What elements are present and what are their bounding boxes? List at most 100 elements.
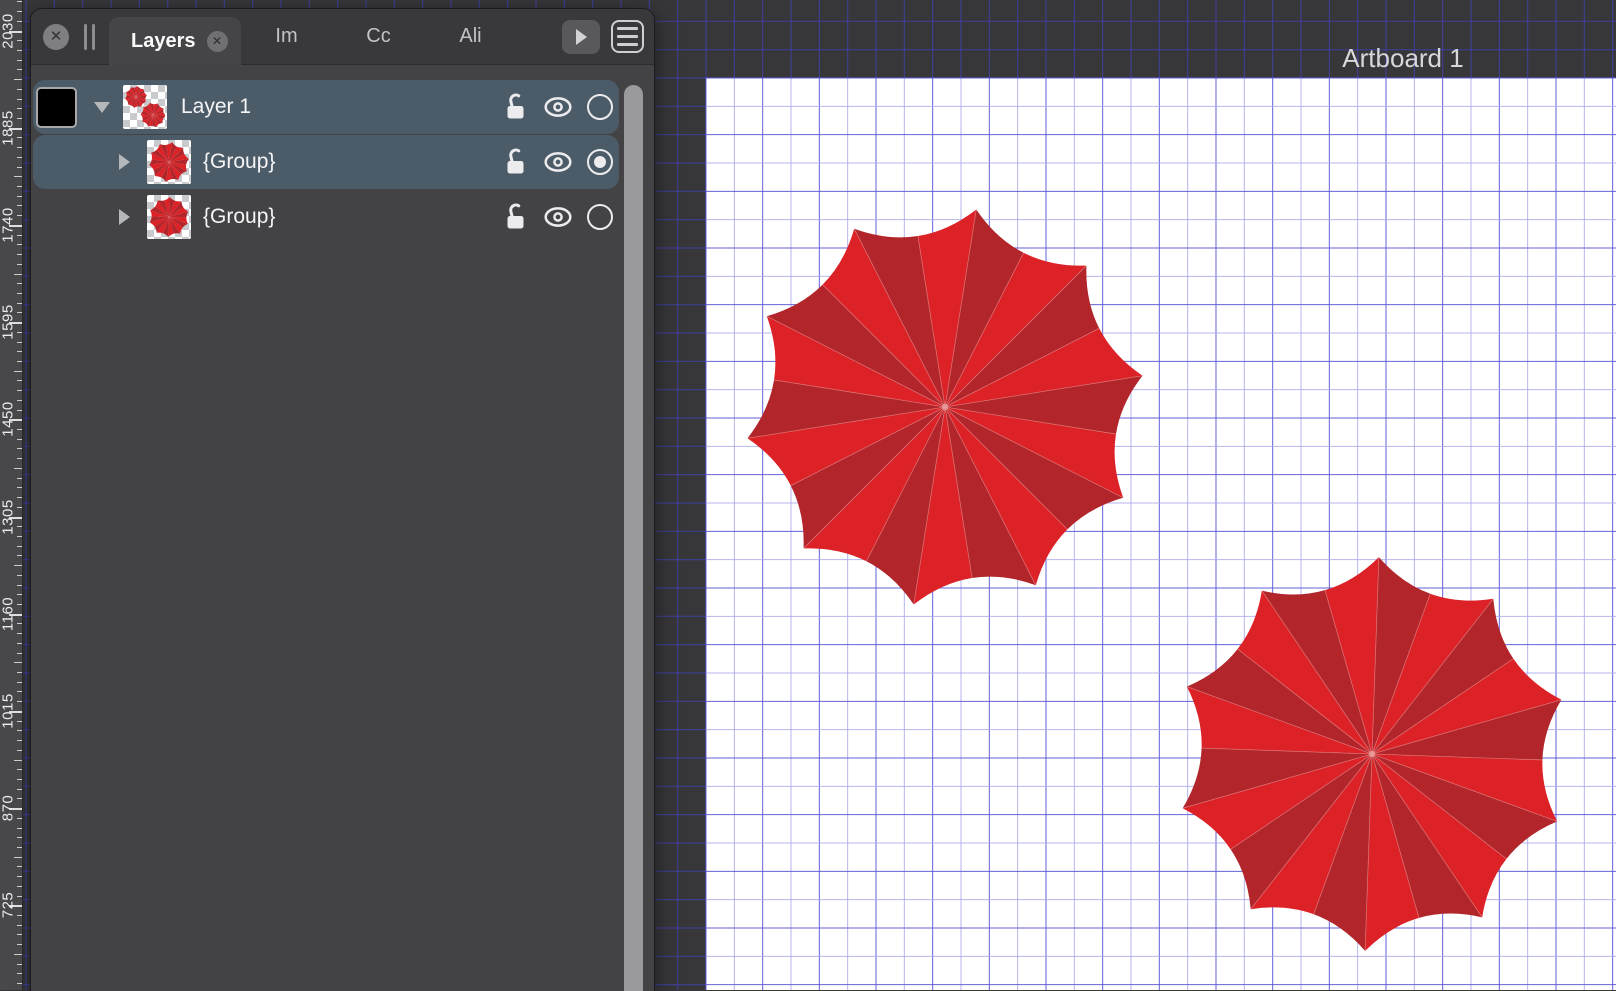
ruler-tick xyxy=(17,672,22,673)
umbrella-shape[interactable] xyxy=(125,86,147,108)
ruler-tick xyxy=(14,565,22,566)
ruler-tick xyxy=(17,235,22,236)
ruler-tick xyxy=(17,896,22,897)
ruler-tick xyxy=(17,487,22,488)
ruler-tick xyxy=(14,662,22,663)
ruler-tick xyxy=(17,283,22,284)
layer-thumbnail-art xyxy=(147,140,191,184)
layer-row-group1[interactable]: {Group} xyxy=(33,135,619,189)
layer-thumbnail[interactable] xyxy=(147,195,191,239)
ruler-label: 2030 xyxy=(0,13,17,48)
ruler-tick xyxy=(14,760,22,761)
umbrella-shape[interactable] xyxy=(150,197,188,237)
ruler-tick xyxy=(17,312,22,313)
umbrella-shape[interactable] xyxy=(149,142,189,182)
tab-close-button[interactable]: ✕ xyxy=(207,31,228,52)
ruler-tick xyxy=(17,21,22,22)
panel-close-button[interactable]: ✕ xyxy=(43,24,69,50)
ruler-label: 1450 xyxy=(0,402,17,437)
tab-alignment[interactable]: Ali xyxy=(425,25,517,48)
tab-layers[interactable]: Layers ✕ xyxy=(109,17,241,65)
ruler-tick xyxy=(17,264,22,265)
visibility-eye-icon[interactable] xyxy=(543,151,573,173)
ruler-tick xyxy=(17,847,22,848)
ruler-tick xyxy=(14,857,22,858)
ruler-tick xyxy=(14,468,22,469)
artboard-title[interactable]: Artboard 1 xyxy=(1342,43,1463,73)
layer-thumbnail[interactable] xyxy=(147,140,191,184)
ruler-tick xyxy=(14,371,22,372)
ruler-tick xyxy=(17,448,22,449)
expand-triangle-icon[interactable] xyxy=(119,209,130,225)
unlock-icon[interactable] xyxy=(503,148,528,176)
edit-target-circle-icon[interactable] xyxy=(587,204,613,230)
ruler-tick xyxy=(17,944,22,945)
layer-thumbnail[interactable] xyxy=(123,85,167,129)
ruler-tick xyxy=(17,478,22,479)
arrow-right-icon xyxy=(576,29,587,45)
ruler-tick xyxy=(17,575,22,576)
tab-images[interactable]: Im xyxy=(241,25,333,48)
unlock-icon[interactable] xyxy=(503,93,528,121)
ruler-tick xyxy=(17,750,22,751)
unlock-icon[interactable] xyxy=(503,203,528,231)
ruler-tick xyxy=(17,1,22,2)
ruler-tick xyxy=(17,915,22,916)
ruler-tick xyxy=(17,380,22,381)
ruler-tick xyxy=(17,293,22,294)
ruler-tick xyxy=(17,526,22,527)
ruler-tick xyxy=(17,69,22,70)
layer-row-layer1[interactable]: Layer 1 xyxy=(33,80,619,134)
ruler-tick xyxy=(17,721,22,722)
edit-target-bullseye-icon[interactable] xyxy=(587,149,613,175)
layers-panel: ✕ Layers ✕ Im Cc Ali Layer 1 xyxy=(30,8,655,991)
ruler-tick xyxy=(17,167,22,168)
tab-overflow-button[interactable] xyxy=(562,20,600,54)
ruler-tick xyxy=(17,303,22,304)
ruler-tick xyxy=(17,789,22,790)
visibility-eye-icon[interactable] xyxy=(543,96,573,118)
layer-color-swatch[interactable] xyxy=(36,87,77,128)
ruler-tick xyxy=(17,215,22,216)
panel-scrollbar-thumb[interactable] xyxy=(624,85,643,991)
visibility-eye-icon[interactable] xyxy=(543,206,573,228)
ruler-tick xyxy=(17,205,22,206)
ruler-tick xyxy=(17,682,22,683)
layer-name[interactable]: {Group} xyxy=(203,150,275,174)
ruler-tick xyxy=(17,60,22,61)
ruler-tick xyxy=(17,837,22,838)
ruler-label: 1885 xyxy=(0,110,17,145)
ruler-tick xyxy=(17,497,22,498)
layer-thumbnail-art xyxy=(123,85,167,129)
collapse-triangle-icon[interactable] xyxy=(94,102,110,113)
ruler-tick xyxy=(17,546,22,547)
ruler-tick xyxy=(17,351,22,352)
layer-thumbnail-art xyxy=(147,195,191,239)
ruler-tick xyxy=(14,79,22,80)
ruler-tick xyxy=(17,866,22,867)
panel-drag-handle[interactable] xyxy=(84,24,95,50)
ruler-tick xyxy=(17,410,22,411)
ruler-tick xyxy=(17,555,22,556)
panel-menu-button[interactable] xyxy=(611,20,644,53)
tab-label: Layers xyxy=(131,30,196,53)
ruler-tick xyxy=(17,390,22,391)
umbrella-shape[interactable] xyxy=(141,103,166,127)
ruler-tick xyxy=(17,973,22,974)
expand-triangle-icon[interactable] xyxy=(119,154,130,170)
layer-name[interactable]: Layer 1 xyxy=(181,95,251,119)
ruler-label: 1740 xyxy=(0,207,17,242)
ruler-tick xyxy=(17,118,22,119)
ruler-tick xyxy=(17,196,22,197)
ruler-tick xyxy=(17,429,22,430)
tab-colours[interactable]: Cc xyxy=(333,25,425,48)
vertical-ruler[interactable]: 20301885174015951450130511601015870725 xyxy=(0,0,23,990)
layer-name[interactable]: {Group} xyxy=(203,205,275,229)
layer-row-group2[interactable]: {Group} xyxy=(33,190,619,244)
ruler-label: 870 xyxy=(0,795,17,822)
hamburger-icon xyxy=(617,27,638,30)
ruler-tick xyxy=(14,176,22,177)
edit-target-circle-icon[interactable] xyxy=(587,94,613,120)
ruler-tick xyxy=(17,740,22,741)
ruler-tick xyxy=(17,643,22,644)
